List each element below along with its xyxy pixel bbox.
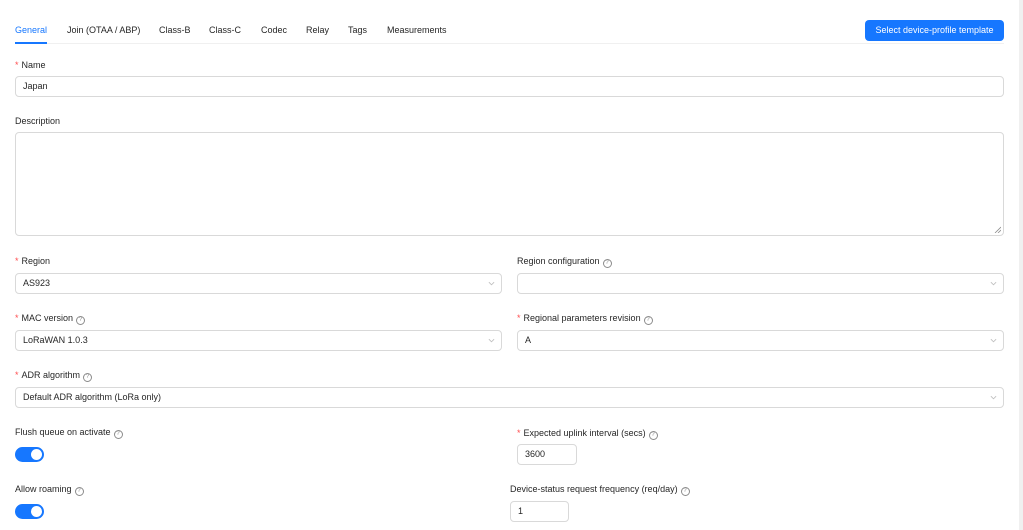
- toggle-knob: [31, 506, 42, 517]
- description-textarea[interactable]: [15, 132, 1004, 236]
- scrollbar-track[interactable]: [1019, 0, 1023, 530]
- allow-roaming-toggle[interactable]: [15, 504, 44, 519]
- region-value: AS923: [23, 278, 51, 288]
- select-template-button[interactable]: Select device-profile template: [865, 20, 1004, 41]
- tab-general[interactable]: General: [15, 22, 47, 44]
- description-label: Description: [15, 116, 61, 126]
- flush-queue-label: Flush queue on activate?: [15, 426, 123, 439]
- region-config-label: Region configuration?: [517, 255, 612, 268]
- resize-handle-icon[interactable]: [994, 226, 1001, 233]
- help-icon[interactable]: ?: [648, 431, 658, 440]
- adr-select[interactable]: Default ADR algorithm (LoRa only): [15, 387, 1004, 408]
- tab-class-b[interactable]: Class-B: [159, 22, 191, 44]
- tab-join[interactable]: Join (OTAA / ABP): [67, 22, 140, 44]
- uplink-interval-label: * Expected uplink interval (secs)?: [517, 427, 658, 440]
- region-select[interactable]: AS923: [15, 273, 502, 294]
- tab-class-c[interactable]: Class-C: [209, 22, 241, 44]
- required-marker: *: [15, 256, 19, 266]
- region-label: * Region: [15, 256, 51, 266]
- required-marker: *: [15, 313, 19, 323]
- status-freq-label: Device-status request frequency (req/day…: [510, 483, 690, 496]
- help-icon[interactable]: ?: [76, 316, 86, 325]
- tab-divider: [15, 43, 1004, 44]
- chevron-down-icon: [990, 395, 997, 400]
- help-icon[interactable]: ?: [113, 430, 123, 439]
- tab-measurements[interactable]: Measurements: [387, 22, 447, 44]
- regional-params-value: A: [525, 335, 532, 345]
- name-input[interactable]: Japan: [15, 76, 1004, 97]
- adr-label: * ADR algorithm?: [15, 369, 93, 382]
- help-icon[interactable]: ?: [83, 373, 93, 382]
- chevron-down-icon: [488, 281, 495, 286]
- regional-params-label: * Regional parameters revision?: [517, 312, 653, 325]
- required-marker: *: [517, 428, 521, 438]
- mac-version-select[interactable]: LoRaWAN 1.0.3: [15, 330, 502, 351]
- chevron-down-icon: [990, 338, 997, 343]
- name-label: * Name: [15, 60, 46, 70]
- toggle-knob: [31, 449, 42, 460]
- help-icon[interactable]: ?: [74, 487, 84, 496]
- allow-roaming-label: Allow roaming?: [15, 483, 84, 496]
- adr-value: Default ADR algorithm (LoRa only): [23, 392, 162, 402]
- uplink-interval-input[interactable]: 3600: [517, 444, 577, 465]
- status-freq-input[interactable]: 1: [510, 501, 569, 522]
- required-marker: *: [15, 370, 19, 380]
- mac-version-label: * MAC version?: [15, 312, 86, 325]
- active-tab-indicator: [15, 42, 47, 44]
- required-marker: *: [15, 60, 19, 70]
- help-icon[interactable]: ?: [643, 316, 653, 325]
- mac-version-value: LoRaWAN 1.0.3: [23, 335, 88, 345]
- help-icon[interactable]: ?: [680, 487, 690, 496]
- flush-queue-toggle[interactable]: [15, 447, 44, 462]
- regional-params-select[interactable]: A: [517, 330, 1004, 351]
- tab-codec[interactable]: Codec: [261, 22, 287, 44]
- tab-relay[interactable]: Relay: [306, 22, 329, 44]
- region-config-select[interactable]: [517, 273, 1004, 294]
- required-marker: *: [517, 313, 521, 323]
- chevron-down-icon: [488, 338, 495, 343]
- tab-tags[interactable]: Tags: [348, 22, 367, 44]
- help-icon[interactable]: ?: [602, 259, 612, 268]
- chevron-down-icon: [990, 281, 997, 286]
